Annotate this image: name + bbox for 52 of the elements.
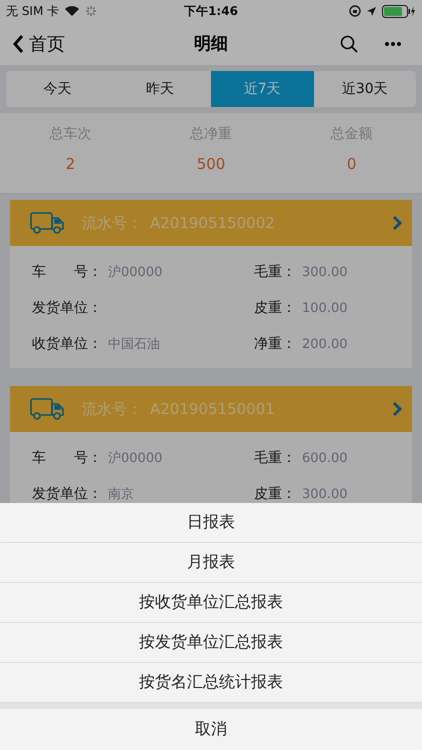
sheet-option[interactable]: 月报表 (0, 543, 422, 583)
period-tab[interactable]: 今天 (6, 71, 108, 107)
cancel-button[interactable]: 取消 (0, 709, 422, 750)
activity-icon (85, 5, 98, 17)
battery-icon (382, 4, 416, 18)
field-value: 200.00 (302, 336, 348, 352)
back-chevron-icon (12, 34, 24, 54)
more-icon[interactable] (384, 40, 402, 46)
summary-value: 2 (66, 155, 76, 173)
field-value: 600.00 (302, 450, 348, 466)
field-value: 300.00 (302, 486, 348, 502)
carrier-text: 无 SIM 卡 (6, 2, 60, 20)
wifi-icon (64, 5, 80, 17)
summary-value: 500 (196, 155, 226, 173)
page-title: 明细 (194, 33, 228, 55)
field-label: 净重： (254, 335, 296, 353)
summary-label: 总净重 (190, 125, 232, 143)
field-label: 毛重： (254, 263, 296, 281)
search-icon[interactable] (340, 34, 358, 52)
location-icon (366, 6, 377, 16)
field-label: 车 号： (32, 263, 102, 281)
field-value: 300.00 (302, 264, 348, 280)
field-label: 车 号： (32, 449, 102, 467)
field-label: 皮重： (254, 299, 296, 317)
truck-icon (30, 398, 64, 420)
sheet-option[interactable]: 按收货单位汇总报表 (0, 583, 422, 623)
field-value: 南京 (108, 486, 134, 503)
field-label: 皮重： (254, 485, 296, 503)
record-card[interactable]: 流水号： A201905150002 车 号： 沪00000 毛重： 300.00 发货单位： 皮重： 100.00 收货单位： 中国石油 净重： 200.00 (10, 200, 412, 368)
field-value: 中国石油 (108, 336, 160, 353)
sheet-option[interactable]: 日报表 (0, 503, 422, 543)
serial-number: A201905150001 (150, 400, 275, 418)
field-value: 沪00000 (108, 450, 162, 467)
sheet-option[interactable]: 按发货单位汇总报表 (0, 623, 422, 663)
serial-label: 流水号： (82, 214, 142, 232)
summary-value: 0 (346, 155, 356, 173)
summary-label: 总车次 (49, 125, 92, 143)
field-label: 发货单位： (32, 299, 102, 317)
status-time: 下午1:46 (184, 2, 238, 20)
field-label: 毛重： (254, 449, 296, 467)
period-tab[interactable]: 近30天 (314, 71, 416, 107)
field-value: 沪00000 (108, 264, 162, 281)
serial-number: A201905150002 (150, 214, 275, 232)
summary-label: 总金额 (330, 125, 373, 143)
field-label: 发货单位： (32, 485, 102, 503)
serial-label: 流水号： (82, 400, 142, 418)
period-tab[interactable]: 昨天 (108, 71, 211, 107)
truck-icon (30, 212, 64, 234)
field-label: 收货单位： (32, 335, 102, 353)
field-value: 100.00 (302, 300, 348, 316)
lock-rotation-icon (349, 5, 361, 17)
back-button[interactable]: 首页 (12, 32, 65, 56)
